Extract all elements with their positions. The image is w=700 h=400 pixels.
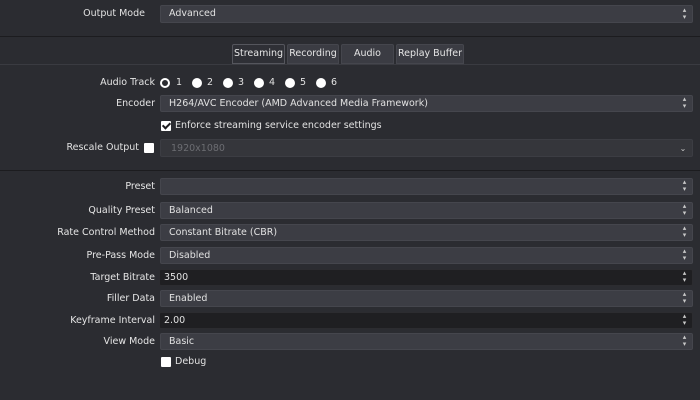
- enforce-settings-label: Enforce streaming service encoder settin…: [175, 120, 382, 131]
- updown-arrows-icon: ▴ ▾: [682, 6, 687, 21]
- audio-track-radio-6[interactable]: [316, 78, 326, 88]
- output-mode-combo[interactable]: Advanced ▴ ▾: [160, 5, 693, 23]
- quality-preset-value: Balanced: [169, 205, 213, 216]
- keyframe-interval-spinbox[interactable]: 2.00 ▴ ▾: [159, 312, 693, 329]
- audio-track-radio-1[interactable]: [160, 78, 170, 88]
- updown-arrows-icon: ▴ ▾: [682, 224, 687, 239]
- view-mode-combo[interactable]: Basic ▴ ▾: [160, 333, 693, 350]
- quality-preset-combo[interactable]: Balanced ▴ ▾: [160, 202, 693, 219]
- tab-streaming[interactable]: Streaming: [232, 44, 285, 64]
- rescale-output-label: Rescale Output: [66, 142, 139, 153]
- audio-track-radio-label: 1: [176, 77, 183, 88]
- audio-track-radio-3[interactable]: [223, 78, 233, 88]
- target-bitrate-label: Target Bitrate: [90, 272, 155, 283]
- quality-preset-label: Quality Preset: [88, 205, 155, 216]
- updown-arrows-icon: ▴ ▾: [682, 290, 687, 305]
- audio-track-radio-label: 2: [207, 77, 214, 88]
- audio-track-radio-4[interactable]: [254, 78, 264, 88]
- spin-arrows-icon[interactable]: ▴ ▾: [677, 270, 692, 285]
- encoder-value: H264/AVC Encoder (AMD Advanced Media Fra…: [169, 98, 428, 109]
- encoder-combo[interactable]: H264/AVC Encoder (AMD Advanced Media Fra…: [160, 95, 693, 112]
- rescale-output-checkbox[interactable]: [144, 143, 154, 153]
- encoder-label: Encoder: [116, 98, 155, 109]
- filler-data-label: Filler Data: [106, 293, 155, 304]
- updown-arrows-icon: ▴ ▾: [682, 333, 687, 348]
- tab-audio[interactable]: Audio: [341, 44, 394, 64]
- updown-arrows-icon: ▴ ▾: [682, 247, 687, 262]
- audio-track-radio-label: 4: [269, 77, 276, 88]
- target-bitrate-spinbox[interactable]: 3500 ▴ ▾: [159, 269, 693, 286]
- updown-arrows-icon: ▴ ▾: [682, 95, 687, 110]
- preset-combo[interactable]: ▴ ▾: [160, 178, 693, 195]
- keyframe-interval-value: 2.00: [164, 315, 186, 326]
- spin-arrows-icon[interactable]: ▴ ▾: [677, 313, 692, 328]
- preset-label: Preset: [125, 181, 155, 192]
- audio-track-radio-2[interactable]: [192, 78, 202, 88]
- separator: [0, 36, 700, 37]
- keyframe-interval-label: Keyframe Interval: [70, 315, 155, 326]
- tab-pane-border: [0, 64, 700, 65]
- separator: [0, 170, 700, 171]
- audio-track-label: Audio Track: [100, 77, 155, 88]
- filler-data-value: Enabled: [169, 293, 208, 304]
- updown-arrows-icon: ▴ ▾: [682, 202, 687, 217]
- enforce-settings-checkbox[interactable]: [161, 121, 171, 131]
- audio-track-radio-5[interactable]: [285, 78, 295, 88]
- filler-data-combo[interactable]: Enabled ▴ ▾: [160, 290, 693, 307]
- audio-track-radio-label: 6: [331, 77, 338, 88]
- view-mode-label: View Mode: [103, 336, 155, 347]
- rate-control-label: Rate Control Method: [57, 227, 155, 238]
- tab-replay-buffer[interactable]: Replay Buffer: [396, 44, 464, 64]
- updown-arrows-icon: ▴ ▾: [682, 178, 687, 193]
- output-mode-value: Advanced: [169, 8, 216, 19]
- pre-pass-label: Pre-Pass Mode: [86, 250, 155, 261]
- audio-track-radio-label: 3: [238, 77, 245, 88]
- chevron-down-icon: ⌄: [679, 144, 687, 153]
- pre-pass-value: Disabled: [169, 250, 211, 261]
- rescale-resolution-value: 1920x1080: [171, 143, 225, 154]
- tab-recording[interactable]: Recording: [287, 44, 339, 64]
- output-mode-label: Output Mode: [83, 8, 145, 19]
- debug-label: Debug: [175, 356, 207, 367]
- debug-checkbox[interactable]: [161, 357, 171, 367]
- view-mode-value: Basic: [169, 336, 195, 347]
- rescale-resolution-combo[interactable]: 1920x1080 ⌄: [160, 139, 693, 157]
- rate-control-value: Constant Bitrate (CBR): [169, 227, 278, 238]
- pre-pass-combo[interactable]: Disabled ▴ ▾: [160, 247, 693, 264]
- rate-control-combo[interactable]: Constant Bitrate (CBR) ▴ ▾: [160, 224, 693, 241]
- target-bitrate-value: 3500: [164, 272, 189, 283]
- audio-track-radio-label: 5: [300, 77, 307, 88]
